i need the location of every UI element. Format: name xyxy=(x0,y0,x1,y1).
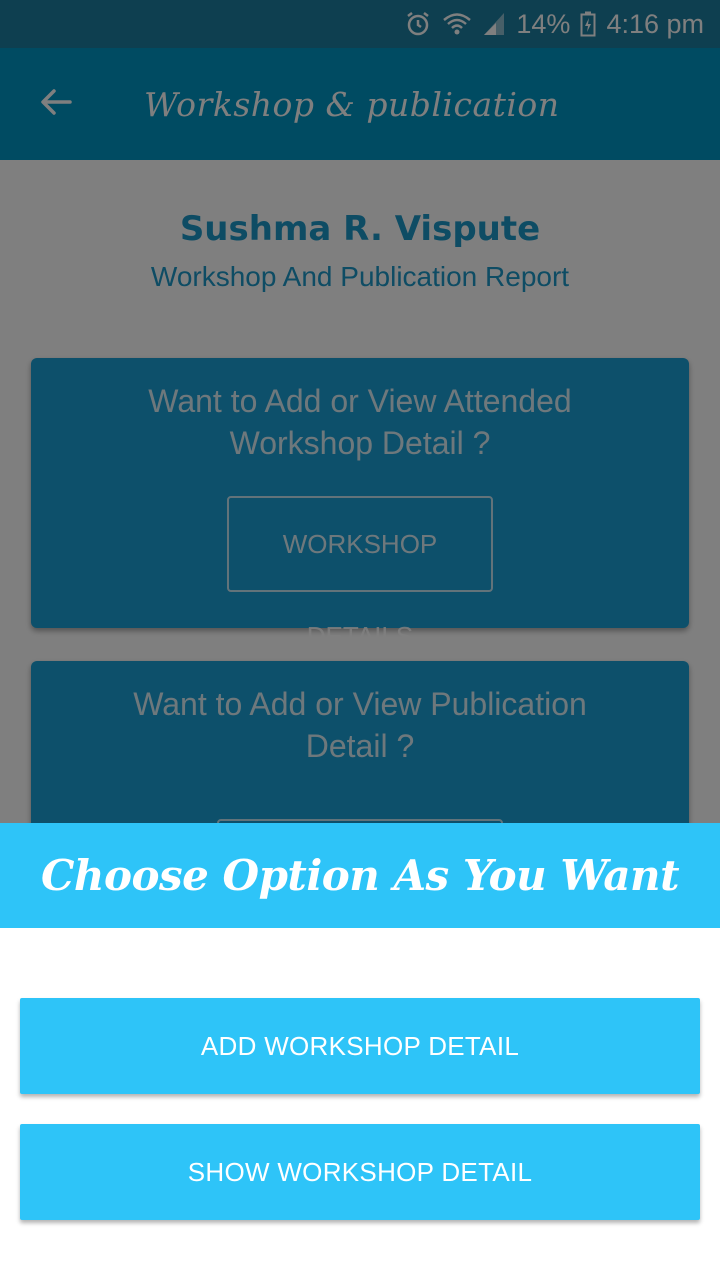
bottom-sheet: Choose Option As You Want ADD WORKSHOP D… xyxy=(0,823,720,1280)
add-workshop-detail-button[interactable]: ADD WORKSHOP DETAIL xyxy=(20,998,700,1094)
show-workshop-detail-button[interactable]: SHOW WORKSHOP DETAIL xyxy=(20,1124,700,1220)
sheet-header: Choose Option As You Want xyxy=(0,823,720,928)
sheet-title: Choose Option As You Want xyxy=(41,851,680,900)
